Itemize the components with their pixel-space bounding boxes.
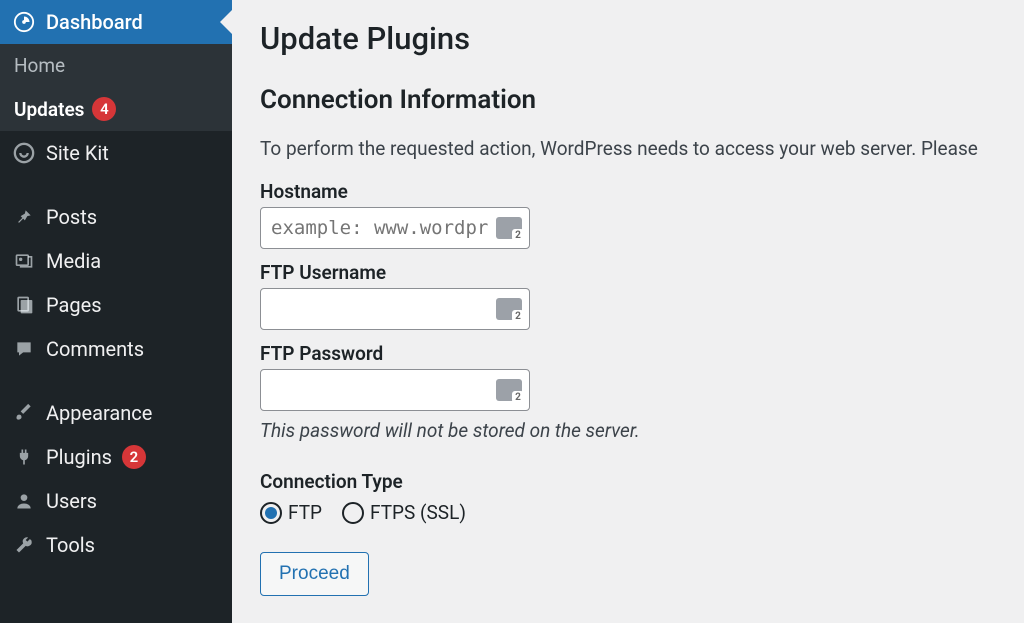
dashboard-icon xyxy=(12,10,36,34)
media-icon xyxy=(12,249,36,273)
sidebar-item-label: Appearance xyxy=(46,401,152,425)
pushpin-icon xyxy=(12,205,36,229)
sidebar-item-media[interactable]: Media xyxy=(0,239,232,283)
hostname-input[interactable] xyxy=(260,207,530,249)
admin-sidebar: Dashboard Home Updates 4 Site Kit Posts … xyxy=(0,0,232,623)
page-title: Update Plugins xyxy=(260,20,996,57)
proceed-button[interactable]: Proceed xyxy=(260,552,369,596)
sidebar-item-posts[interactable]: Posts xyxy=(0,195,232,239)
sidebar-item-label: Comments xyxy=(46,337,144,361)
sidebar-item-users[interactable]: Users xyxy=(0,479,232,523)
sidebar-item-tools[interactable]: Tools xyxy=(0,523,232,567)
sidebar-item-label: Dashboard xyxy=(46,10,143,34)
sitekit-icon xyxy=(12,141,36,165)
autofill-icon: 2 xyxy=(496,298,522,320)
ftps-radio-label: FTPS (SSL) xyxy=(370,501,466,524)
brush-icon xyxy=(12,401,36,425)
sidebar-subitem-updates[interactable]: Updates 4 xyxy=(0,87,232,131)
ftps-radio[interactable] xyxy=(342,502,364,524)
sidebar-item-label: Plugins xyxy=(46,445,112,469)
sidebar-item-dashboard[interactable]: Dashboard xyxy=(0,0,232,44)
section-title: Connection Information xyxy=(260,85,996,115)
subitem-label: Home xyxy=(14,54,65,77)
sidebar-subitem-home[interactable]: Home xyxy=(0,44,232,87)
ftp-radio[interactable] xyxy=(260,502,282,524)
subitem-label: Updates xyxy=(14,98,84,121)
connection-type-label: Connection Type xyxy=(260,470,996,493)
sidebar-item-label: Site Kit xyxy=(46,141,109,165)
ftp-username-label: FTP Username xyxy=(260,261,996,284)
sidebar-item-label: Pages xyxy=(46,293,102,317)
hostname-label: Hostname xyxy=(260,180,996,203)
sidebar-item-label: Posts xyxy=(46,205,97,229)
sidebar-item-label: Tools xyxy=(46,533,95,557)
pages-icon xyxy=(12,293,36,317)
user-icon xyxy=(12,489,36,513)
password-hint: This password will not be stored on the … xyxy=(260,419,996,442)
plugins-badge: 2 xyxy=(122,445,146,469)
comment-icon xyxy=(12,337,36,361)
sidebar-item-appearance[interactable]: Appearance xyxy=(0,391,232,435)
intro-text: To perform the requested action, WordPre… xyxy=(260,137,996,160)
plug-icon xyxy=(12,445,36,469)
ftp-radio-label: FTP xyxy=(288,501,322,524)
updates-badge: 4 xyxy=(92,97,116,121)
sidebar-item-label: Users xyxy=(46,489,97,513)
wrench-icon xyxy=(12,533,36,557)
autofill-icon: 2 xyxy=(496,217,522,239)
main-content: Update Plugins Connection Information To… xyxy=(232,0,1024,623)
autofill-icon: 2 xyxy=(496,379,522,401)
sidebar-item-plugins[interactable]: Plugins 2 xyxy=(0,435,232,479)
ftp-password-label: FTP Password xyxy=(260,342,996,365)
ftp-password-input[interactable] xyxy=(260,369,530,411)
sidebar-item-pages[interactable]: Pages xyxy=(0,283,232,327)
sidebar-item-label: Media xyxy=(46,249,101,273)
sidebar-item-sitekit[interactable]: Site Kit xyxy=(0,131,232,175)
sidebar-item-comments[interactable]: Comments xyxy=(0,327,232,371)
ftp-username-input[interactable] xyxy=(260,288,530,330)
